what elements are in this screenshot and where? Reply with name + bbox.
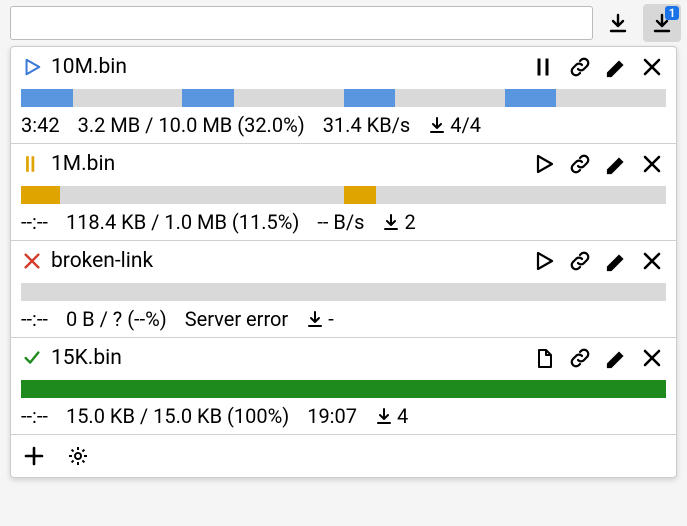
close-button[interactable] [638,344,666,372]
play-button[interactable] [530,150,558,178]
close-button[interactable] [638,247,666,275]
connections: - [306,307,334,331]
play-button[interactable] [530,247,558,275]
panel-footer [11,435,676,477]
close-button[interactable] [638,150,666,178]
download-item: 10M.bin 3:42 3.2 MB / 10.0 MB (32.0%) 31… [11,47,676,144]
download-badge: 1 [665,6,679,20]
file-button[interactable] [530,344,558,372]
download-filename: 1M.bin [51,152,522,176]
eta: --:-- [21,210,48,234]
download-manager-button[interactable]: 1 [643,4,681,42]
link-button[interactable] [566,247,594,275]
speed: -- B/s [317,210,364,234]
connections: 2 [382,210,415,234]
progress-bar [21,380,666,398]
download-small-icon [375,407,393,425]
speed: Server error [185,307,289,331]
download-small-icon [428,116,446,134]
close-button[interactable] [638,53,666,81]
state-running-icon [21,57,43,77]
speed: 31.4 KB/s [323,113,411,137]
download-filename: 15K.bin [51,346,522,370]
eta: --:-- [21,307,48,331]
connections: 4 [375,404,408,428]
eta: 3:42 [21,113,60,137]
link-button[interactable] [566,53,594,81]
progress-bar [21,89,666,107]
downloads-button[interactable] [599,4,637,42]
progress-text: 3.2 MB / 10.0 MB (32.0%) [78,113,305,137]
link-button[interactable] [566,150,594,178]
add-download-button[interactable] [19,441,49,471]
edit-button[interactable] [602,344,630,372]
download-small-icon [306,310,324,328]
progress-text: 0 B / ? (--%) [66,307,167,331]
progress-text: 15.0 KB / 15.0 KB (100%) [66,404,289,428]
downloads-panel: 10M.bin 3:42 3.2 MB / 10.0 MB (32.0%) 31… [10,46,677,478]
download-filename: broken-link [51,249,522,273]
state-paused-icon [21,154,43,174]
download-item: 15K.bin --:-- 15.0 KB / 15.0 KB (100%) 1… [11,338,676,435]
progress-text: 118.4 KB / 1.0 MB (11.5%) [66,210,299,234]
progress-bar [21,283,666,301]
download-filename: 10M.bin [51,55,522,79]
progress-bar [21,186,666,204]
browser-toolbar: 1 [0,0,687,46]
state-error-icon [21,251,43,271]
connections: 4/4 [428,113,481,137]
link-button[interactable] [566,344,594,372]
eta: --:-- [21,404,48,428]
download-item: broken-link --:-- 0 B / ? (--%) Server e… [11,241,676,338]
pause-button[interactable] [530,53,558,81]
state-done-icon [21,348,43,368]
address-bar[interactable] [10,6,593,40]
edit-button[interactable] [602,247,630,275]
settings-button[interactable] [63,441,93,471]
edit-button[interactable] [602,53,630,81]
edit-button[interactable] [602,150,630,178]
download-small-icon [382,213,400,231]
speed: 19:07 [307,404,357,428]
download-item: 1M.bin --:-- 118.4 KB / 1.0 MB (11.5%) -… [11,144,676,241]
